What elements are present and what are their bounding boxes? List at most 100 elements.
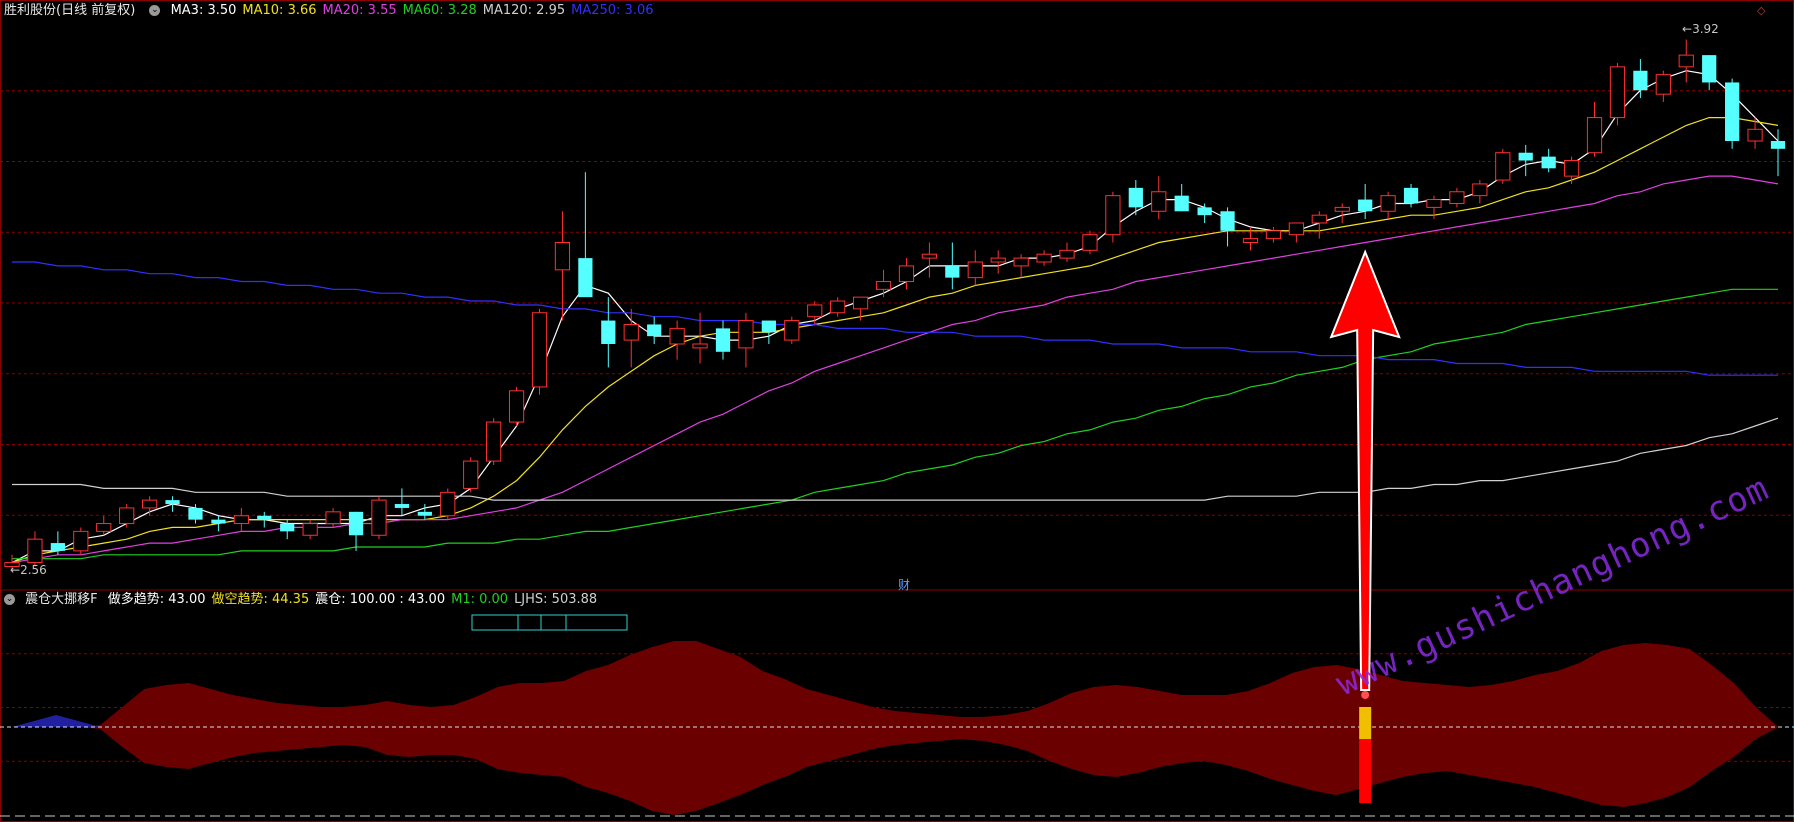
indicator-area bbox=[12, 641, 1778, 815]
candle-up bbox=[1105, 195, 1121, 236]
candle-up bbox=[463, 460, 479, 489]
candle-down bbox=[945, 265, 960, 278]
candle-up bbox=[1151, 191, 1167, 212]
candle-down bbox=[188, 507, 203, 520]
candle-down bbox=[1633, 70, 1648, 91]
candle-up bbox=[1449, 191, 1465, 204]
high-price-value: 3.92 bbox=[1692, 22, 1719, 36]
ma-line-ma10 bbox=[11, 116, 1779, 564]
candle-up bbox=[852, 296, 869, 310]
stock-title[interactable]: 胜利股份(日线 前复权) bbox=[4, 3, 135, 18]
candle-down bbox=[1725, 82, 1740, 142]
ma-legend-item: MA250: 3.06 bbox=[571, 3, 654, 18]
candle-up bbox=[73, 530, 89, 552]
candle-up bbox=[898, 265, 915, 283]
signal-bar-yellow bbox=[1359, 707, 1372, 739]
candle-up bbox=[1380, 195, 1396, 212]
candle-down bbox=[1403, 187, 1419, 204]
candle-up bbox=[1472, 183, 1488, 197]
indicator-title[interactable]: 震仓大挪移F bbox=[25, 592, 97, 607]
financial-marker[interactable]: 财 bbox=[898, 576, 910, 593]
candle-up bbox=[554, 241, 571, 271]
indicator-legend-item: 做多趋势: 43.00 bbox=[107, 592, 206, 607]
indicator-legend-item: 做空趋势: 44.35 bbox=[211, 592, 310, 607]
candle-up bbox=[440, 491, 456, 517]
moving-average-lines bbox=[11, 70, 1779, 564]
ma-line-ma60 bbox=[12, 288, 1778, 560]
candle-down bbox=[394, 504, 410, 508]
ma-line-ma120 bbox=[12, 417, 1779, 501]
candle-up bbox=[1655, 74, 1671, 95]
candle-up bbox=[1678, 54, 1694, 68]
candle-up bbox=[784, 320, 800, 341]
candle-down bbox=[1770, 141, 1786, 149]
ma-legend-item: MA3: 3.50 bbox=[170, 3, 237, 18]
candle-up bbox=[371, 499, 387, 536]
indicator-dropdown-icon[interactable]: ⌄ bbox=[4, 594, 15, 605]
candle-up bbox=[921, 253, 938, 259]
candle-up bbox=[623, 323, 639, 341]
candle-down bbox=[348, 511, 364, 536]
ma-line-ma20 bbox=[11, 175, 1779, 564]
candle-up bbox=[1563, 160, 1580, 177]
candle-down bbox=[1128, 187, 1143, 208]
candle-up bbox=[1265, 230, 1282, 240]
candle-up bbox=[142, 499, 158, 509]
ma-line-ma3 bbox=[11, 70, 1779, 564]
high-price-label: ←3.92 bbox=[1682, 22, 1719, 36]
candle-down bbox=[1541, 156, 1556, 169]
candle-down bbox=[417, 511, 432, 516]
settings-dropdown-icon[interactable]: ⌄ bbox=[149, 5, 161, 16]
candle-up bbox=[119, 507, 135, 525]
ma-legend-item: MA60: 3.28 bbox=[402, 3, 477, 18]
main-header: 胜利股份(日线 前复权) ⌄ MA3: 3.50 MA10: 3.66 MA20: … bbox=[4, 3, 666, 19]
candle-down bbox=[280, 523, 295, 532]
candle-up bbox=[508, 390, 525, 423]
candle-up bbox=[830, 300, 846, 314]
candle-up bbox=[1036, 253, 1052, 263]
candle-up bbox=[486, 421, 502, 462]
indicator-panel bbox=[0, 641, 1794, 815]
candle-down bbox=[1702, 55, 1717, 83]
candle-up bbox=[302, 523, 318, 536]
candle-down bbox=[1174, 195, 1189, 212]
candle-down bbox=[601, 320, 616, 344]
candle-up bbox=[233, 515, 249, 525]
indicator-legend-item: 震仓: 100.00 : 43.00 bbox=[315, 592, 446, 607]
ma-legend: MA3: 3.50 MA10: 3.66 MA20: 3.55 MA60: 3.28 M… bbox=[171, 3, 660, 18]
indicator-legend-item: M1: 0.00 bbox=[451, 592, 509, 607]
candle-up bbox=[1311, 214, 1327, 224]
candle-up bbox=[1609, 66, 1626, 119]
corner-marker[interactable]: ◇ bbox=[1757, 4, 1765, 17]
candle-up bbox=[96, 523, 112, 532]
candle-up bbox=[325, 511, 341, 525]
indicator-header: ⌄ 震仓大挪移F 做多趋势: 43.00 做空趋势: 44.35 震仓: 100.0… bbox=[4, 592, 609, 608]
candle-up bbox=[531, 312, 548, 388]
candle-up bbox=[1242, 238, 1259, 243]
candle-down bbox=[1197, 207, 1212, 216]
candle-up bbox=[692, 343, 708, 349]
candle-down bbox=[761, 320, 776, 333]
signal-arrow bbox=[1329, 249, 1401, 691]
indicator-legend: 做多趋势: 43.00 做空趋势: 44.35 震仓: 100.00 : 43.00… bbox=[108, 592, 603, 607]
candle-down bbox=[647, 324, 662, 337]
candle-up bbox=[1013, 257, 1029, 267]
candle-up bbox=[1747, 128, 1763, 142]
candle-down bbox=[50, 543, 65, 551]
candle-up bbox=[1334, 206, 1350, 212]
ma-legend-item: MA10: 3.66 bbox=[242, 3, 317, 18]
candle-down bbox=[211, 519, 226, 524]
candle-up bbox=[807, 304, 823, 318]
candle-down bbox=[257, 515, 272, 520]
indicator-blue-area bbox=[12, 715, 101, 727]
signal-bar-red bbox=[1359, 739, 1372, 803]
candle-down bbox=[165, 500, 180, 505]
candle-up bbox=[669, 327, 685, 345]
candle-down bbox=[1518, 152, 1533, 161]
ma-legend-item: MA120: 2.95 bbox=[482, 3, 566, 18]
candle-up bbox=[1586, 117, 1603, 154]
candle-up bbox=[1495, 152, 1511, 181]
candle-up bbox=[27, 538, 43, 564]
candle-up bbox=[1426, 199, 1442, 208]
candle-up bbox=[990, 257, 1006, 263]
